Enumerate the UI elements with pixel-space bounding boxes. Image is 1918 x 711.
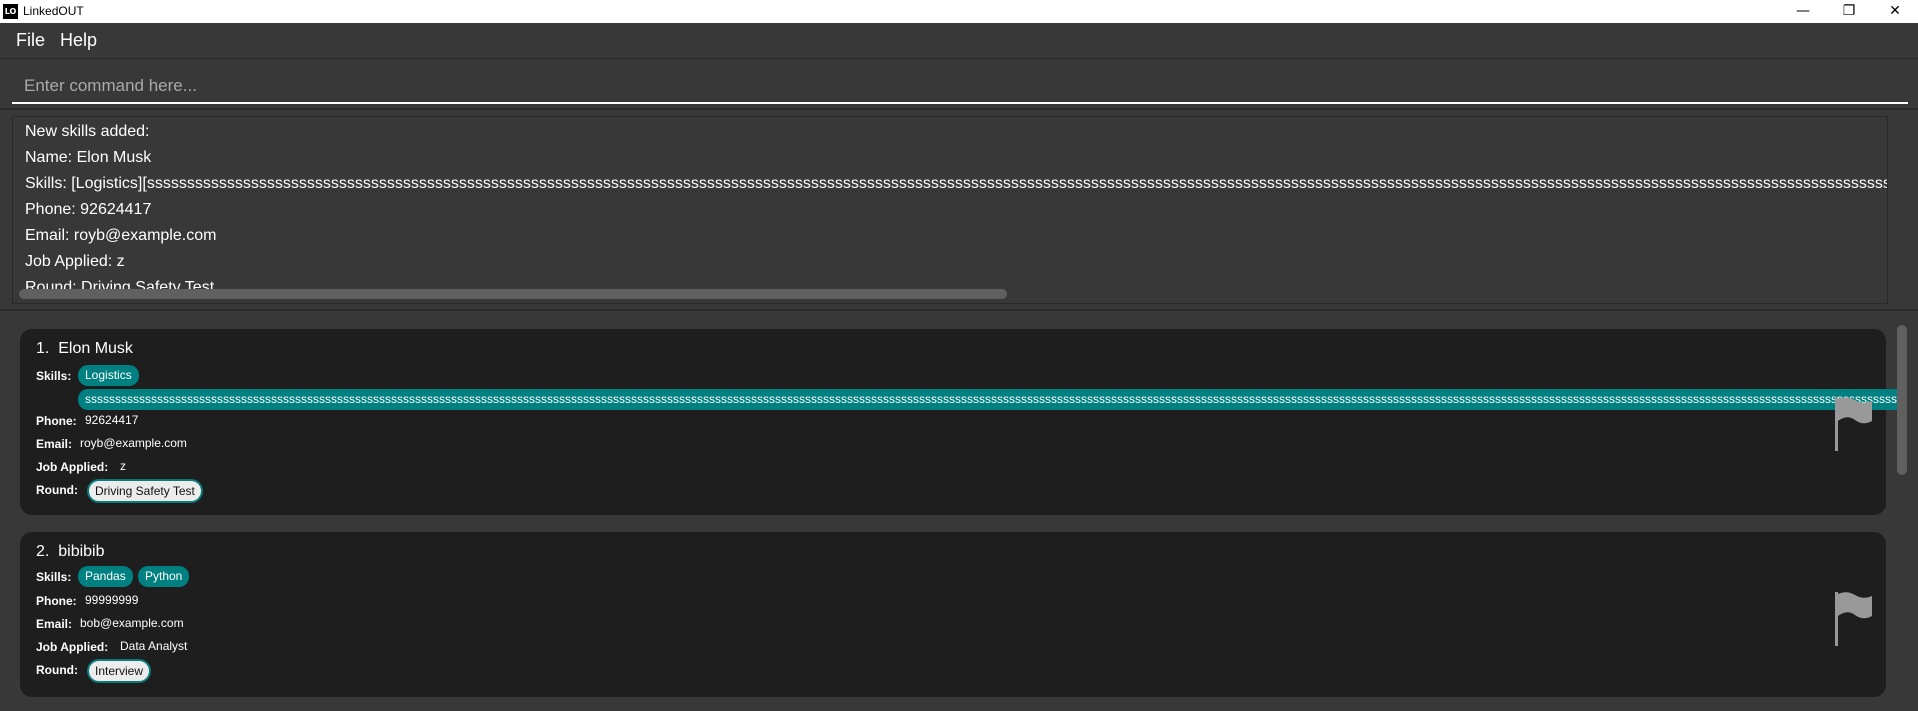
applicant-index: 1. [36,340,50,357]
skills-label: Skills: [36,369,72,383]
menu-help[interactable]: Help [60,30,97,51]
phone-label: Phone: [36,594,77,608]
result-line: Job Applied: z [25,253,125,270]
result-line: Email: royb@example.com [25,227,217,244]
round-label: Round: [36,663,78,677]
menu-file[interactable]: File [16,30,45,51]
command-input[interactable] [12,69,1908,104]
applicant-name: 2. bibibib [36,543,105,561]
applicant-name-text: Elon Musk [58,340,133,357]
phone-label: Phone: [36,414,77,428]
result-line: Phone: 92624417 [25,201,152,218]
applicant-card[interactable]: 1. Elon Musk Skills: Logistics sssssssss… [20,329,1898,515]
email-label: Email: [36,437,73,451]
result-line: Skills: [Logistics][ssssssssssssssssssss… [25,175,1888,192]
flag-icon[interactable] [1835,592,1875,646]
result-line: Name: Elon Musk [25,149,152,166]
minimize-button[interactable]: — [1780,0,1826,23]
round-badge: Driving Safety Test [87,479,203,503]
email-value: bob@example.com [80,616,184,630]
job-value: Data Analyst [120,639,188,653]
command-box [0,58,1918,110]
applicant-index: 2. [36,543,50,560]
email-label: Email: [36,617,73,631]
phone-value: 92624417 [85,413,139,427]
window-title: LinkedOUT [23,4,84,18]
app-logo: LO [3,4,18,19]
round-badge: Interview [87,659,152,683]
restore-button[interactable]: ❐ [1826,0,1872,23]
result-line: New skills added: [25,123,150,140]
applicant-card[interactable]: 2. bibibib Skills: Pandas Python Phone: … [20,532,1886,697]
job-label: Job Applied: [36,460,109,474]
horizontal-scrollbar[interactable] [19,289,1007,299]
title-bar: LO LinkedOUT — ❐ ✕ [0,0,1918,23]
applicant-name-text: bibibib [58,543,105,560]
skills-label: Skills: [36,570,72,584]
phone-value: 99999999 [85,593,139,607]
job-value: z [120,459,126,473]
close-button[interactable]: ✕ [1872,0,1918,23]
flag-icon[interactable] [1835,397,1875,451]
email-value: royb@example.com [80,436,187,450]
skill-tag: ssssssssssssssssssssssssssssssssssssssss… [78,389,1898,410]
divider [0,309,1918,311]
round-label: Round: [36,483,78,497]
skill-tag: Pandas [78,566,133,587]
applicant-name: 1. Elon Musk [36,340,133,358]
skill-tag: Python [138,566,190,587]
result-display: New skills added: Name: Elon Musk Skills… [12,116,1888,304]
list-scrollbar[interactable] [1897,325,1907,475]
skill-tag: Logistics [78,365,139,386]
menu-bar: File Help [0,23,1918,58]
job-label: Job Applied: [36,640,109,654]
